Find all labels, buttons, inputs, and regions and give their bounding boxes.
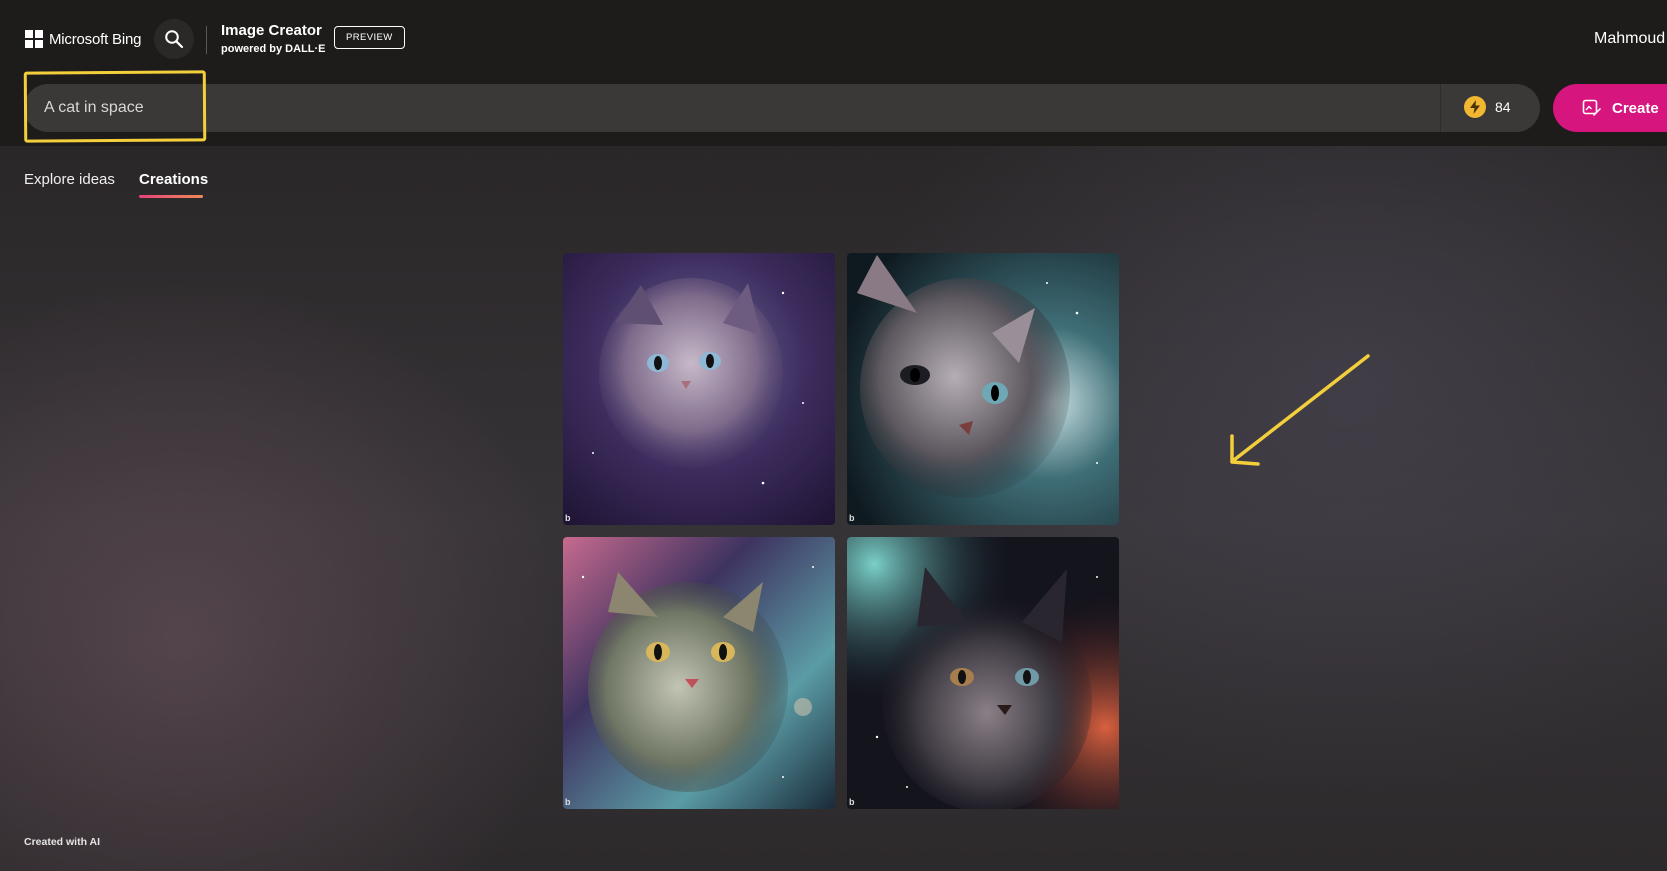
bing-watermark: b — [849, 797, 855, 807]
annotation-arrow-icon — [1230, 354, 1370, 466]
generated-image-3[interactable]: b — [563, 537, 835, 809]
annotation-highlight-box — [23, 70, 207, 143]
image-grid: b b b b — [563, 253, 1119, 809]
boost-counter[interactable]: 84 — [1464, 96, 1511, 118]
preview-badge: PREVIEW — [334, 26, 405, 49]
bing-logo[interactable]: Microsoft Bing — [25, 30, 141, 48]
header-divider — [206, 26, 207, 54]
boost-coin-icon — [1464, 96, 1486, 118]
generated-image-1[interactable]: b — [563, 253, 835, 525]
boost-divider — [1440, 84, 1441, 132]
bing-watermark: b — [565, 797, 571, 807]
tab-creations[interactable]: Creations — [139, 171, 208, 188]
generated-image-4[interactable]: b — [847, 537, 1119, 809]
user-name[interactable]: Mahmoud — [1594, 30, 1665, 48]
create-button[interactable]: Create — [1553, 84, 1667, 132]
cat-image-3 — [563, 537, 835, 809]
generated-image-2[interactable]: b — [847, 253, 1119, 525]
boost-count: 84 — [1495, 99, 1511, 115]
top-bar: Microsoft Bing Image Creator powered by … — [0, 0, 1667, 146]
prompt-bar[interactable]: A cat in space 84 — [24, 84, 1540, 132]
tab-explore-ideas[interactable]: Explore ideas — [24, 171, 115, 188]
active-tab-indicator — [139, 195, 203, 198]
cat-image-4 — [847, 537, 1119, 809]
app-title-block: Image Creator powered by DALL·E — [221, 22, 326, 55]
bing-watermark: b — [849, 513, 855, 523]
cat-image-2 — [847, 253, 1119, 525]
bing-watermark: b — [565, 513, 571, 523]
created-with-ai-note: Created with AI — [24, 836, 101, 848]
app-subtitle: powered by DALL·E — [221, 43, 326, 55]
brand-name: Microsoft Bing — [49, 30, 142, 48]
cat-image-1 — [563, 253, 835, 525]
search-button[interactable] — [154, 19, 194, 59]
create-image-icon — [1582, 99, 1601, 116]
windows-logo-icon — [25, 30, 43, 48]
search-icon — [165, 30, 184, 49]
create-label: Create — [1612, 99, 1659, 117]
app-title: Image Creator — [221, 22, 322, 39]
